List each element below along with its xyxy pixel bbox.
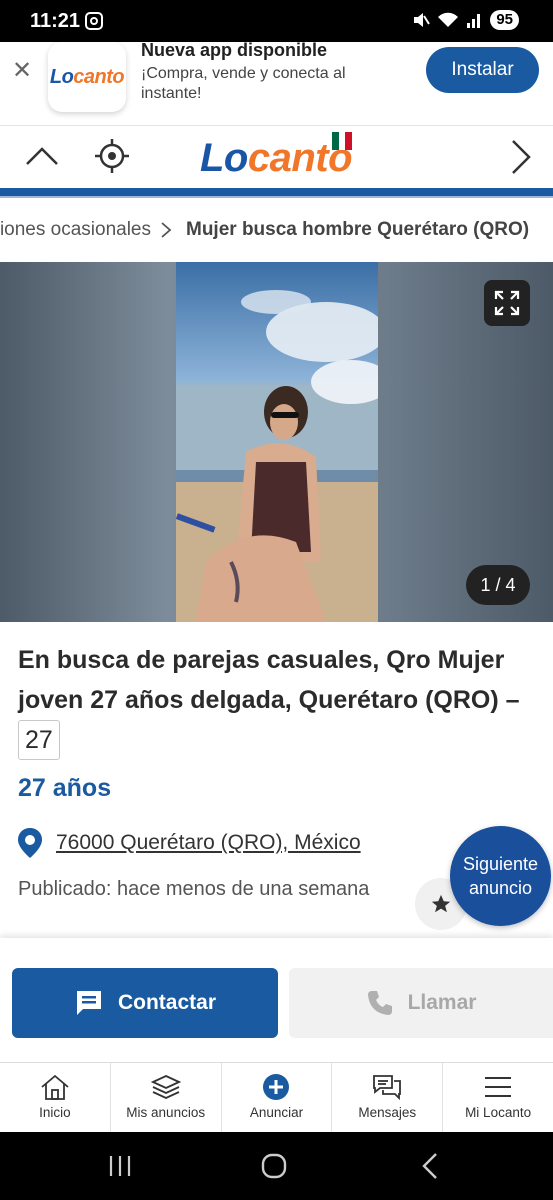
nav-item-mi-locanto[interactable]: Mi Locanto <box>443 1063 553 1132</box>
install-button[interactable]: Instalar <box>426 47 539 93</box>
breadcrumb: Relaciones ocasionales Mujer busca hombr… <box>0 208 553 252</box>
chevron-up-icon[interactable] <box>24 140 60 170</box>
nav-item-inicio[interactable]: Inicio <box>0 1063 111 1132</box>
photo-gallery[interactable] <box>0 262 553 622</box>
mute-icon <box>414 13 431 27</box>
recent-apps-icon[interactable] <box>108 1154 132 1178</box>
call-button[interactable]: Llamar <box>289 968 553 1038</box>
chevron-right-icon[interactable] <box>508 138 534 176</box>
location-row: 76000 Querétaro (QRO), México <box>18 828 361 858</box>
location-pin-icon <box>18 828 42 858</box>
photo-counter: 1 / 4 <box>466 565 530 605</box>
nav-label: Mensajes <box>358 1105 417 1120</box>
wifi-icon <box>438 12 459 27</box>
contact-button[interactable]: Contactar <box>12 968 278 1038</box>
logo-text-part1: Lo <box>49 65 74 88</box>
listing-photo[interactable] <box>176 262 378 622</box>
close-banner-button[interactable]: ✕ <box>10 56 34 86</box>
nav-label: Inicio <box>39 1105 71 1120</box>
mexico-flag-icon <box>332 132 353 150</box>
plus-circle-icon <box>263 1074 290 1100</box>
breadcrumb-parent-link[interactable]: Relaciones ocasionales <box>0 208 151 252</box>
message-icon <box>76 991 101 1015</box>
signal-icon <box>467 14 481 28</box>
back-icon[interactable] <box>420 1152 440 1180</box>
app-install-banner: ✕ Locanto Nueva app disponible ¡Compra, … <box>0 40 553 126</box>
listing-age: 27 años <box>18 774 112 802</box>
call-label: Llamar <box>407 991 477 1014</box>
locanto-logo[interactable]: Locanto <box>200 136 353 181</box>
published-date: Publicado: hace menos de una semana <box>18 878 370 900</box>
banner-subtitle: ¡Compra, vende y conecta al instante! <box>141 65 346 102</box>
listing-title-text: En busca de parejas casuales, Qro Mujer … <box>18 646 520 714</box>
nav-item-mensajes[interactable]: Mensajes <box>332 1063 444 1132</box>
bottom-nav: Inicio Mis anuncios Anunciar Mensajes Mi… <box>0 1062 553 1132</box>
nav-label: Mi Locanto <box>465 1105 532 1120</box>
home-button-icon[interactable] <box>261 1153 287 1179</box>
header-divider <box>0 188 553 198</box>
battery-indicator: 95 <box>490 10 519 30</box>
site-header: Locanto <box>0 126 553 188</box>
locate-icon[interactable] <box>94 138 130 174</box>
star-icon <box>431 894 451 913</box>
flag-stripe-green <box>332 132 339 150</box>
chevron-right-icon <box>160 208 172 252</box>
flag-stripe-white <box>338 132 346 150</box>
action-bar: Contactar Llamar <box>0 938 553 1062</box>
system-nav-bar <box>0 1132 553 1200</box>
nav-item-mis-anuncios[interactable]: Mis anuncios <box>111 1063 222 1132</box>
nav-item-anunciar[interactable]: Anunciar <box>222 1063 333 1132</box>
banner-title: Nueva app disponible <box>141 40 328 60</box>
nav-label: Anunciar <box>249 1105 304 1120</box>
logo-text-part2: canto <box>73 65 125 88</box>
chat-icon <box>373 1075 402 1101</box>
status-icons: 95 <box>412 10 519 30</box>
status-time: 11:21 <box>30 10 81 32</box>
menu-icon <box>485 1077 512 1097</box>
home-icon <box>41 1074 69 1100</box>
listing-title: En busca de parejas casuales, Qro Mujer … <box>18 640 548 760</box>
instagram-notification-icon <box>85 12 103 30</box>
breadcrumb-current[interactable]: Mujer busca hombre Querétaro (QRO) <box>186 208 529 252</box>
flag-stripe-red <box>345 132 353 150</box>
age-badge: 27 <box>18 720 60 760</box>
app-logo: Locanto <box>48 42 126 112</box>
expand-icon <box>494 290 520 316</box>
next-ad-button[interactable]: Siguiente anuncio <box>450 826 551 926</box>
fullscreen-button[interactable] <box>484 280 530 326</box>
nav-label: Mis anuncios <box>126 1105 206 1120</box>
status-bar: 11:21 95 <box>0 0 553 42</box>
stack-icon <box>150 1075 181 1099</box>
contact-label: Contactar <box>117 991 217 1014</box>
logo-text-part1: Lo <box>200 136 248 180</box>
location-link[interactable]: 76000 Querétaro (QRO), México <box>56 831 361 855</box>
phone-icon <box>367 991 392 1015</box>
